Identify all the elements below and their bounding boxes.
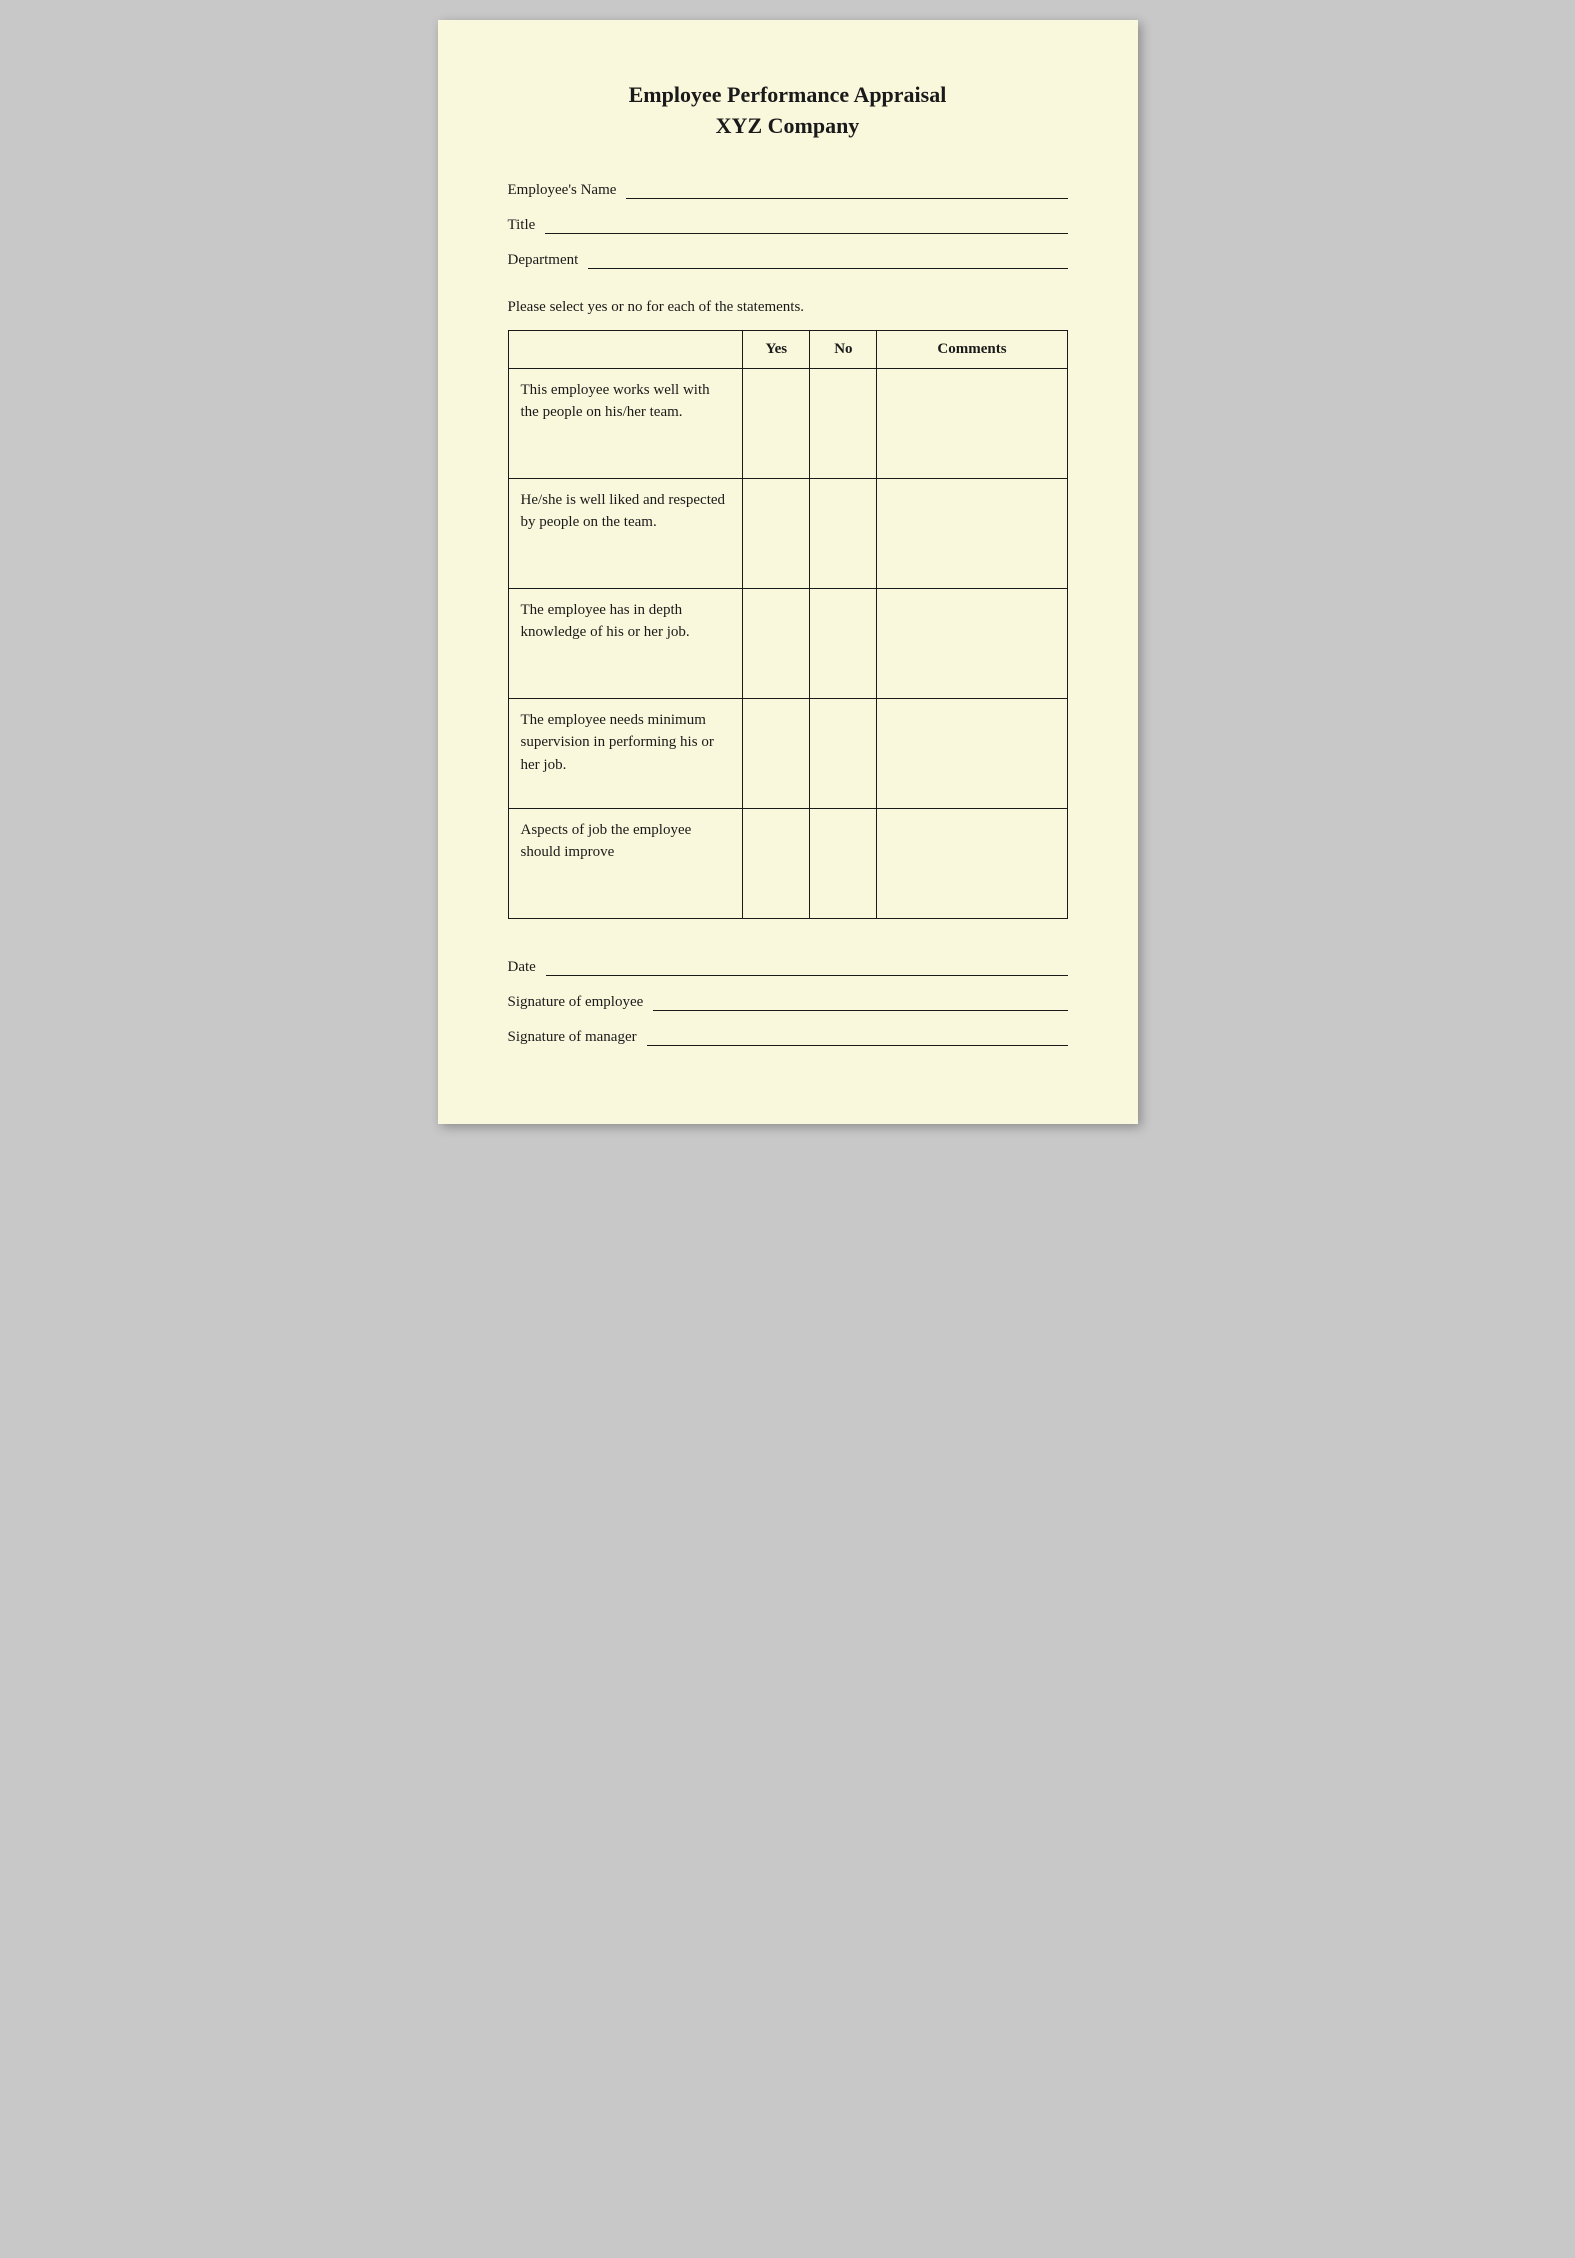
table-row: He/she is well liked and respected by pe… xyxy=(508,478,1067,588)
col-comments: Comments xyxy=(877,330,1067,368)
department-row: Department xyxy=(508,252,1068,269)
employee-sig-line[interactable] xyxy=(653,1007,1067,1011)
manager-sig-line[interactable] xyxy=(647,1042,1068,1046)
department-line[interactable] xyxy=(588,265,1067,269)
statement-1: This employee works well with the people… xyxy=(508,368,743,478)
col-no: No xyxy=(810,330,877,368)
employee-sig-row: Signature of employee xyxy=(508,994,1068,1011)
title-line2: XYZ Company xyxy=(716,113,860,138)
table-row: The employee needs minimum supervision i… xyxy=(508,698,1067,808)
appraisal-table: Yes No Comments This employee works well… xyxy=(508,330,1068,919)
table-header-row: Yes No Comments xyxy=(508,330,1067,368)
comments-cell-3[interactable] xyxy=(877,588,1067,698)
statement-2: He/she is well liked and respected by pe… xyxy=(508,478,743,588)
department-label: Department xyxy=(508,252,579,269)
title-label: Title xyxy=(508,217,536,234)
col-statement xyxy=(508,330,743,368)
date-label: Date xyxy=(508,959,536,976)
signatures-section: Date Signature of employee Signature of … xyxy=(508,959,1068,1046)
form-title: Employee Performance Appraisal XYZ Compa… xyxy=(508,80,1068,142)
date-line[interactable] xyxy=(546,972,1068,976)
statement-3: The employee has in depth knowledge of h… xyxy=(508,588,743,698)
no-cell-1[interactable] xyxy=(810,368,877,478)
no-cell-2[interactable] xyxy=(810,478,877,588)
col-yes: Yes xyxy=(743,330,810,368)
title-row: Title xyxy=(508,217,1068,234)
instruction-text: Please select yes or no for each of the … xyxy=(508,299,1068,316)
title-line1: Employee Performance Appraisal xyxy=(629,82,947,107)
no-cell-3[interactable] xyxy=(810,588,877,698)
table-row: The employee has in depth knowledge of h… xyxy=(508,588,1067,698)
comments-cell-5[interactable] xyxy=(877,808,1067,918)
yes-cell-4[interactable] xyxy=(743,698,810,808)
employee-name-row: Employee's Name xyxy=(508,182,1068,199)
statement-5: Aspects of job the employee should impro… xyxy=(508,808,743,918)
comments-cell-2[interactable] xyxy=(877,478,1067,588)
no-cell-4[interactable] xyxy=(810,698,877,808)
yes-cell-2[interactable] xyxy=(743,478,810,588)
table-row: This employee works well with the people… xyxy=(508,368,1067,478)
yes-cell-1[interactable] xyxy=(743,368,810,478)
statement-4: The employee needs minimum supervision i… xyxy=(508,698,743,808)
title-section: Employee Performance Appraisal XYZ Compa… xyxy=(508,80,1068,142)
date-row: Date xyxy=(508,959,1068,976)
no-cell-5[interactable] xyxy=(810,808,877,918)
employee-fields: Employee's Name Title Department xyxy=(508,182,1068,269)
manager-sig-label: Signature of manager xyxy=(508,1029,637,1046)
comments-cell-4[interactable] xyxy=(877,698,1067,808)
comments-cell-1[interactable] xyxy=(877,368,1067,478)
yes-cell-5[interactable] xyxy=(743,808,810,918)
title-line[interactable] xyxy=(545,230,1067,234)
yes-cell-3[interactable] xyxy=(743,588,810,698)
table-row: Aspects of job the employee should impro… xyxy=(508,808,1067,918)
employee-sig-label: Signature of employee xyxy=(508,994,644,1011)
appraisal-form: Employee Performance Appraisal XYZ Compa… xyxy=(438,20,1138,1124)
employee-name-line[interactable] xyxy=(626,195,1067,199)
employee-name-label: Employee's Name xyxy=(508,182,617,199)
manager-sig-row: Signature of manager xyxy=(508,1029,1068,1046)
